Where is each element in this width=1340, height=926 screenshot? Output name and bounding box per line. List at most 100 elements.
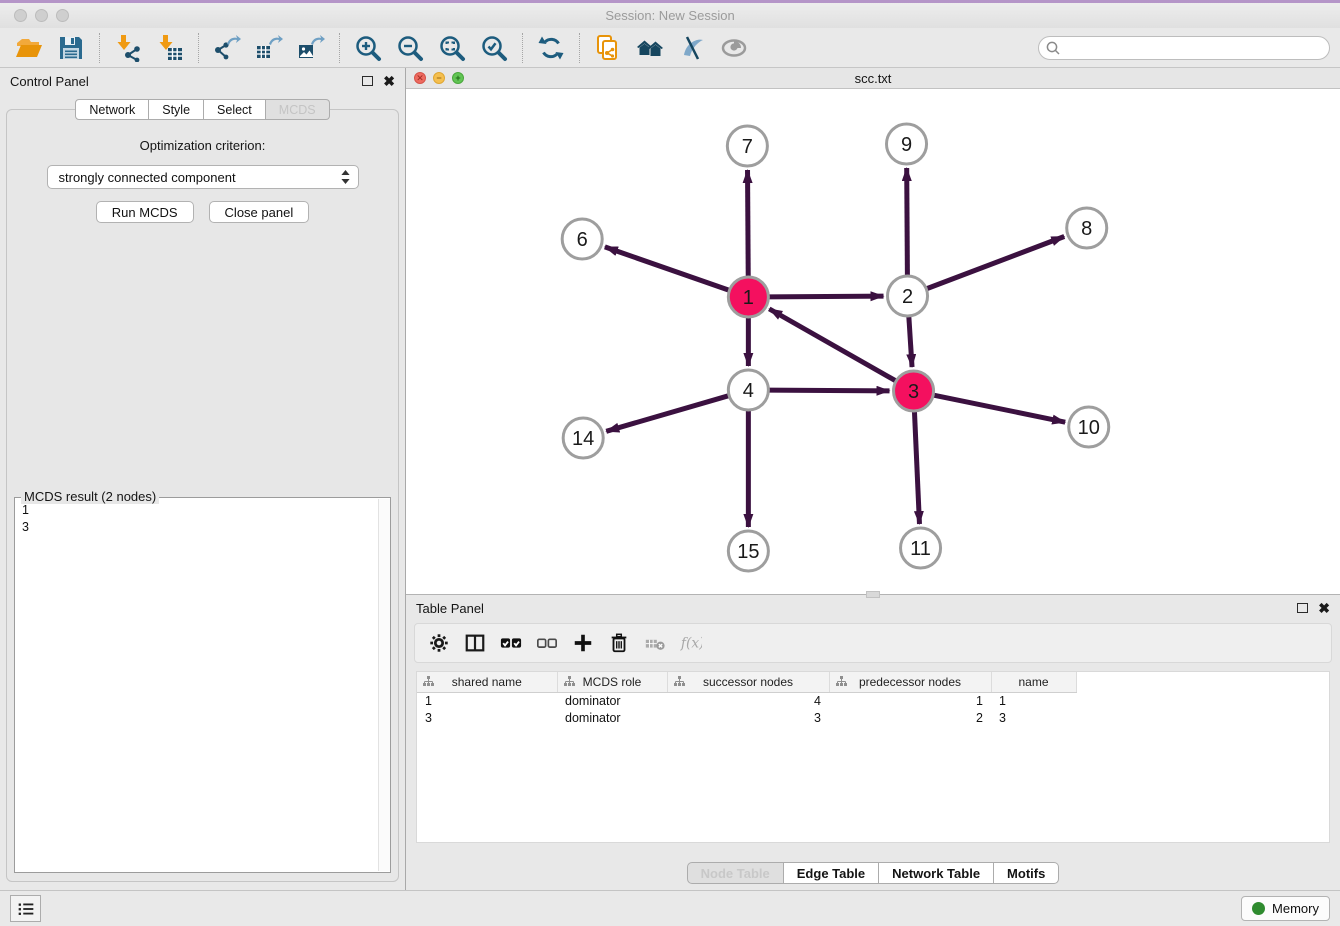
svg-text:1: 1 — [743, 287, 754, 309]
copy-network-button[interactable] — [589, 32, 627, 64]
graph-edge-3-10[interactable] — [933, 395, 1065, 422]
network-minimize-button[interactable]: − — [433, 72, 445, 84]
network-maximize-button[interactable]: + — [452, 72, 464, 84]
content-area: Control Panel ✖ NetworkStyleSelectMCDS O… — [0, 68, 1340, 890]
table-settings-button[interactable] — [421, 628, 457, 658]
save-session-button[interactable] — [52, 32, 90, 64]
graph-edge-3-11[interactable] — [914, 411, 919, 524]
minimize-window-button[interactable] — [35, 9, 48, 22]
column-header-MCDS-role[interactable]: MCDS role — [557, 672, 667, 692]
svg-text:10: 10 — [1078, 417, 1100, 439]
graph-node-7[interactable]: 7 — [727, 126, 767, 166]
hierarchy-icon — [423, 676, 434, 687]
task-history-button[interactable] — [10, 895, 41, 922]
search-input[interactable] — [1038, 36, 1330, 60]
graph-node-3[interactable]: 3 — [894, 371, 934, 411]
table-toolbar — [414, 623, 1332, 663]
graph-node-4[interactable]: 4 — [728, 370, 768, 410]
graph-edge-3-1[interactable] — [769, 309, 896, 381]
maximize-window-button[interactable] — [56, 9, 69, 22]
table-cell[interactable]: dominator — [557, 692, 667, 709]
zoom-fit-button[interactable] — [433, 32, 471, 64]
export-table-button[interactable] — [250, 32, 288, 64]
graph-node-10[interactable]: 10 — [1069, 407, 1109, 447]
close-panel-icon[interactable]: ✖ — [383, 74, 395, 88]
graph-node-6[interactable]: 6 — [562, 219, 602, 259]
close-table-panel-icon[interactable]: ✖ — [1318, 601, 1330, 615]
graph-node-9[interactable]: 9 — [887, 124, 927, 164]
split-panel-button[interactable] — [457, 628, 493, 658]
zoom-in-button[interactable] — [349, 32, 387, 64]
tab-edge-table[interactable]: Edge Table — [784, 862, 879, 884]
table-cell[interactable]: dominator — [557, 709, 667, 726]
tab-node-table[interactable]: Node Table — [687, 862, 784, 884]
memory-button[interactable]: Memory — [1241, 896, 1330, 921]
graph-edge-2-9[interactable] — [907, 168, 908, 276]
graph-node-1[interactable]: 1 — [728, 277, 768, 317]
tab-motifs[interactable]: Motifs — [994, 862, 1059, 884]
table-row[interactable]: 1dominator411 — [417, 692, 1076, 709]
optimization-criterion-select[interactable]: strongly connected component — [47, 165, 359, 189]
import-table-button[interactable] — [151, 32, 189, 64]
table-cell[interactable]: 2 — [829, 709, 991, 726]
graph-node-15[interactable]: 15 — [728, 531, 768, 571]
table-cell[interactable]: 3 — [991, 709, 1076, 726]
graph-node-14[interactable]: 14 — [563, 418, 603, 458]
export-network-button[interactable] — [208, 32, 246, 64]
graph-edge-1-6[interactable] — [605, 247, 730, 290]
mcds-tab-content: Optimization criterion: strongly connect… — [6, 109, 399, 882]
network-view-window: ✕ − + scc.txt 12346789101114 — [406, 68, 1340, 595]
import-network-button[interactable] — [109, 32, 147, 64]
network-close-button[interactable]: ✕ — [414, 72, 426, 84]
close-window-button[interactable] — [14, 9, 27, 22]
graph-edge-2-8[interactable] — [926, 237, 1064, 289]
search-field-container — [1038, 36, 1330, 60]
zoom-out-button[interactable] — [391, 32, 429, 64]
network-canvas[interactable]: 1 2 3 4 6 7 8 9 10 11 14 15 — [406, 89, 1340, 594]
tab-mcds[interactable]: MCDS — [266, 99, 330, 120]
table-cell[interactable]: 1 — [417, 692, 557, 709]
zoom-selected-button[interactable] — [475, 32, 513, 64]
column-header-successor-nodes[interactable]: successor nodes — [667, 672, 829, 692]
table-cell[interactable]: 1 — [829, 692, 991, 709]
select-all-button[interactable] — [493, 628, 529, 658]
tab-network-table[interactable]: Network Table — [879, 862, 994, 884]
home-view-button[interactable] — [631, 32, 669, 64]
graph-edge-1-7[interactable] — [748, 170, 749, 277]
graph-edge-4-3[interactable] — [768, 390, 889, 391]
table-cell[interactable]: 1 — [991, 692, 1076, 709]
tab-network[interactable]: Network — [75, 99, 149, 120]
table-cell[interactable]: 3 — [667, 709, 829, 726]
export-image-button[interactable] — [292, 32, 330, 64]
svg-text:8: 8 — [1081, 218, 1092, 240]
float-panel-icon[interactable] — [362, 76, 373, 86]
graph-node-8[interactable]: 8 — [1067, 208, 1107, 248]
column-header-name[interactable]: name — [991, 672, 1076, 692]
hide-annotations-button[interactable] — [673, 32, 711, 64]
panel-resize-grip[interactable] — [866, 591, 880, 598]
graph-node-2[interactable]: 2 — [888, 276, 928, 316]
graph-edge-4-14[interactable] — [606, 396, 729, 432]
add-row-button[interactable] — [565, 628, 601, 658]
optimization-criterion-label: Optimization criterion: — [140, 138, 266, 153]
tab-style[interactable]: Style — [149, 99, 204, 120]
graph-edge-1-2[interactable] — [768, 296, 883, 297]
table-row[interactable]: 3dominator323 — [417, 709, 1076, 726]
run-mcds-button[interactable]: Run MCDS — [96, 201, 194, 223]
deselect-all-button[interactable] — [529, 628, 565, 658]
delete-row-button[interactable] — [601, 628, 637, 658]
column-header-predecessor-nodes[interactable]: predecessor nodes — [829, 672, 991, 692]
result-scrollbar[interactable] — [378, 499, 390, 871]
table-cell[interactable]: 3 — [417, 709, 557, 726]
tab-select[interactable]: Select — [204, 99, 266, 120]
eye-disabled-button[interactable] — [715, 32, 753, 64]
graph-node-11[interactable]: 11 — [901, 528, 941, 568]
graph-edge-2-3[interactable] — [909, 316, 912, 367]
select-all-icon — [500, 632, 522, 654]
open-session-button[interactable] — [10, 32, 48, 64]
refresh-layout-button[interactable] — [532, 32, 570, 64]
float-table-panel-icon[interactable] — [1297, 603, 1308, 613]
column-header-shared-name[interactable]: shared name — [417, 672, 557, 692]
table-cell[interactable]: 4 — [667, 692, 829, 709]
close-panel-button[interactable]: Close panel — [209, 201, 310, 223]
